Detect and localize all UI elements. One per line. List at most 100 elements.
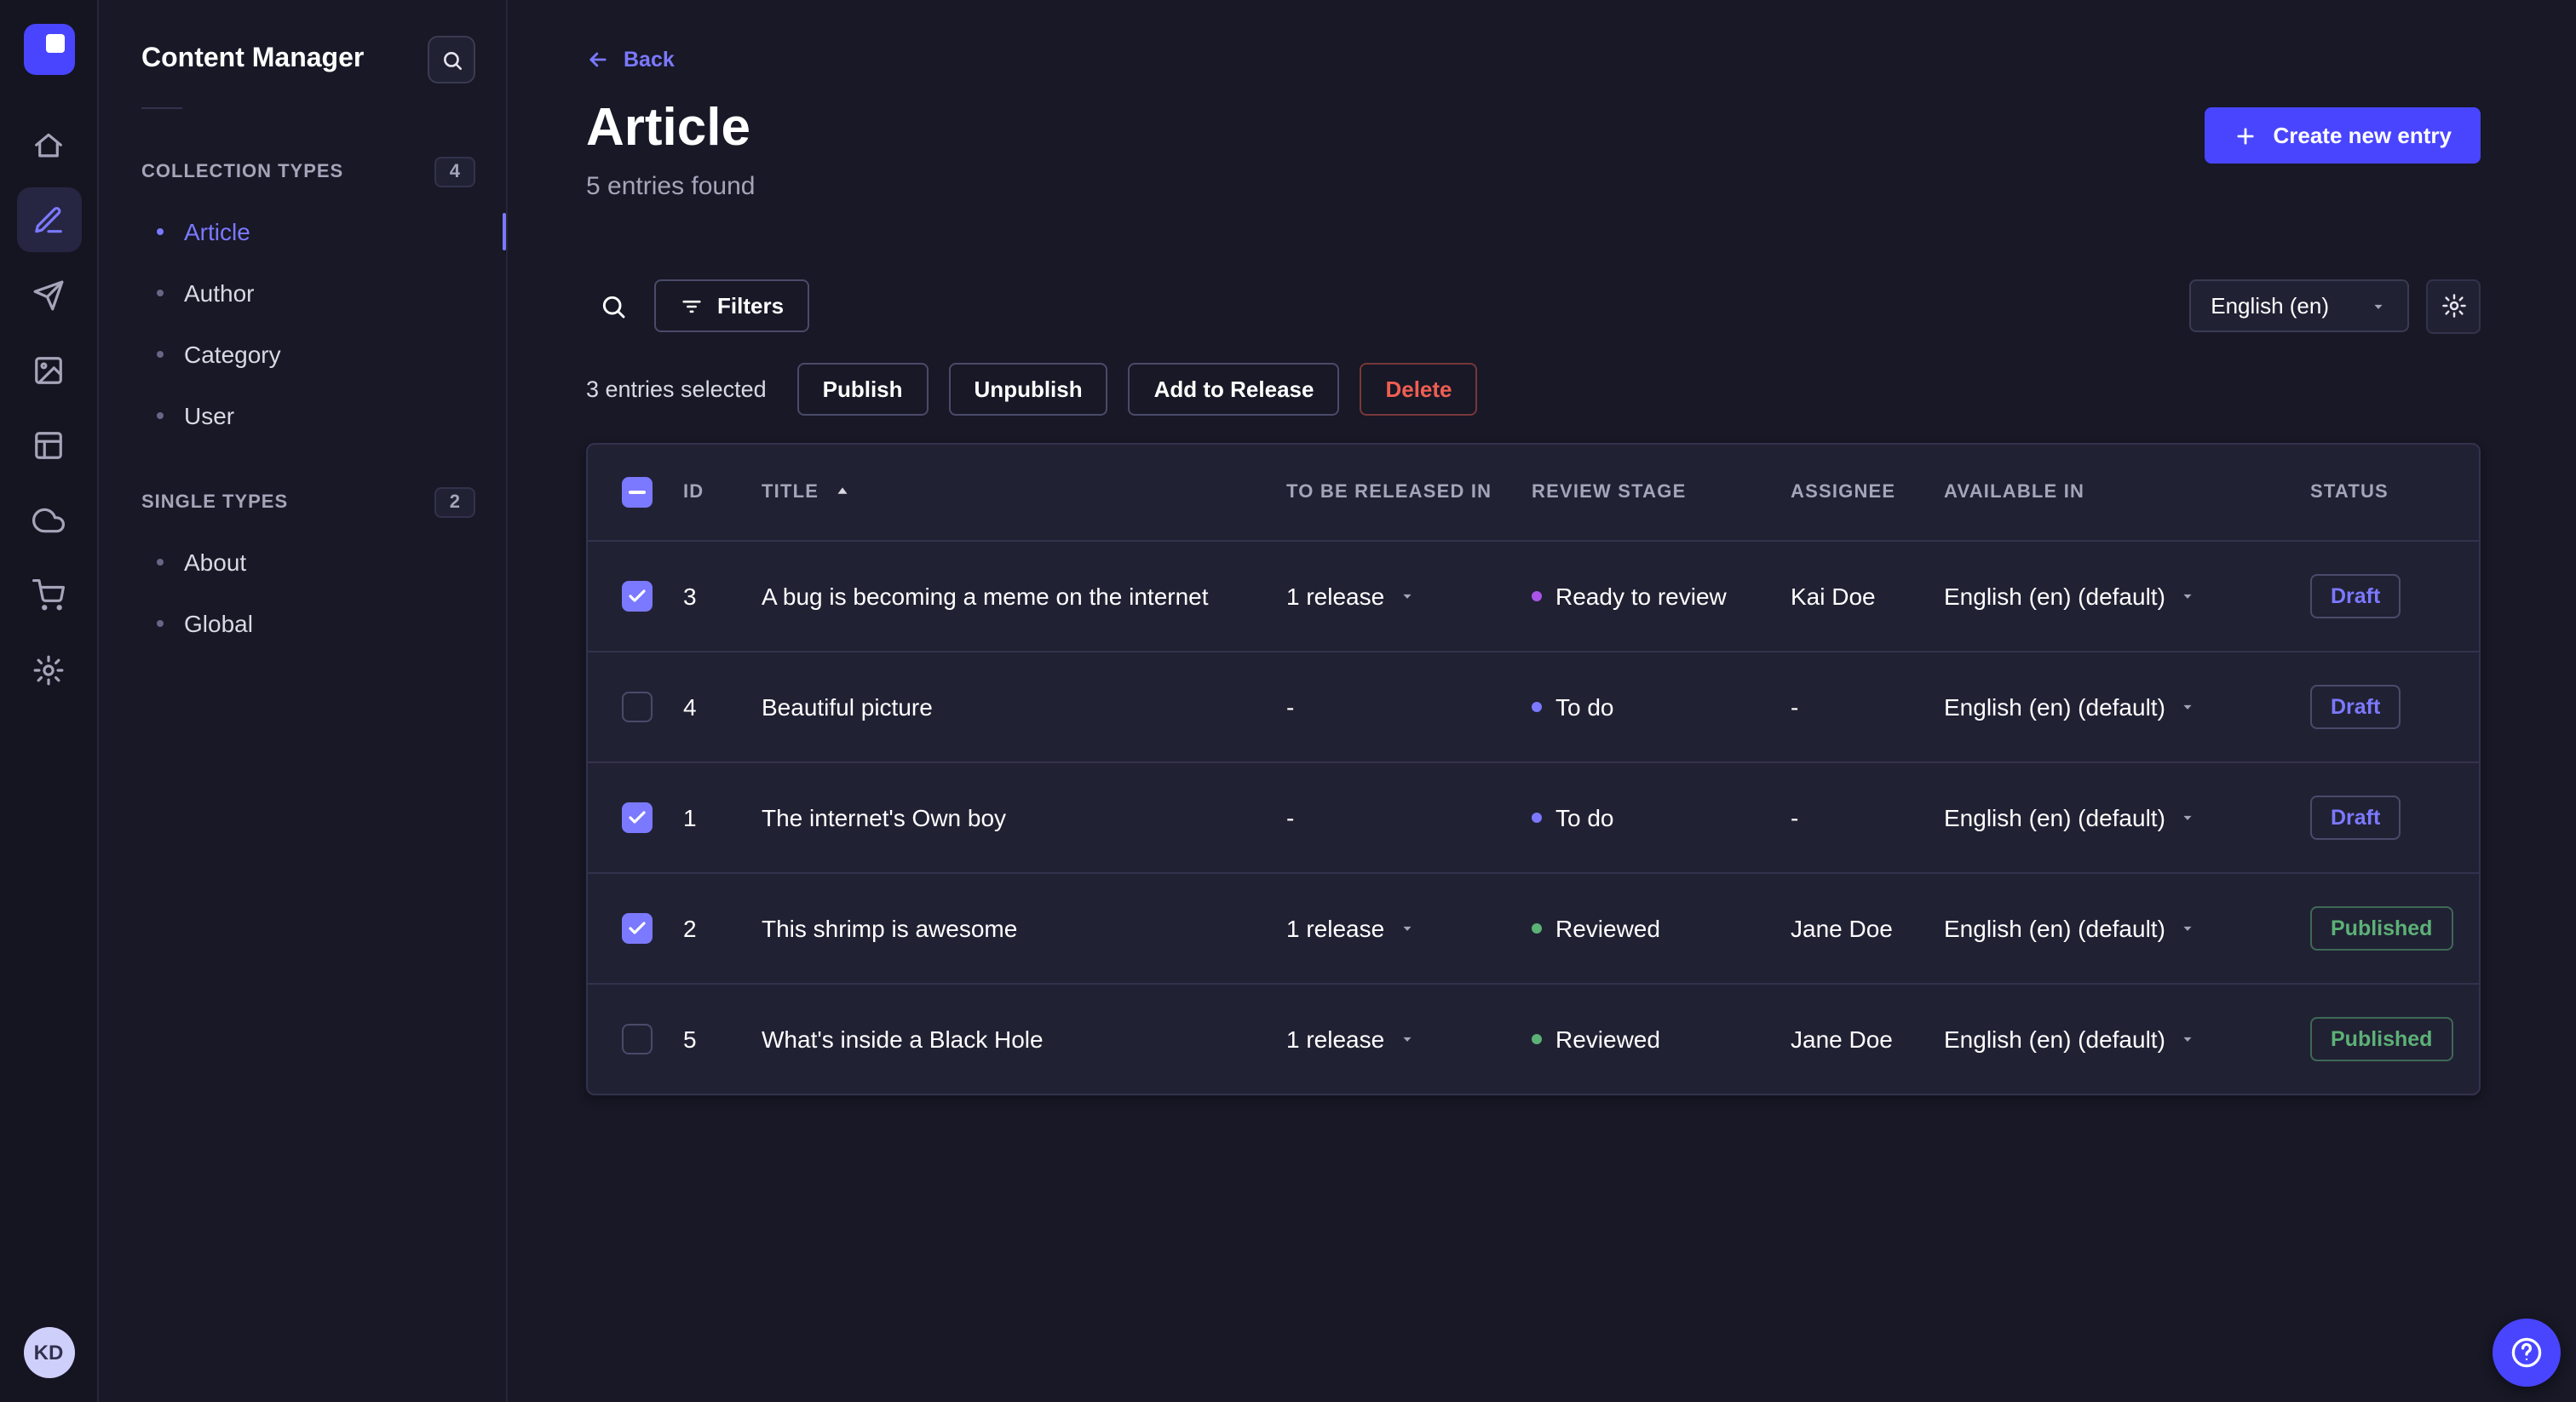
select-all-checkbox[interactable] — [622, 476, 653, 508]
selection-summary: 3 entries selected — [586, 376, 767, 402]
unpublish-button[interactable]: Unpublish — [948, 362, 1108, 416]
cell-release[interactable]: 1 release — [1286, 914, 1532, 941]
content-manager-icon[interactable] — [16, 187, 81, 252]
strapi-logo[interactable] — [23, 24, 74, 75]
app-window: KD Content Manager COLLECTION TYPES 4 Ar… — [0, 0, 2576, 1402]
row-checkbox[interactable] — [622, 1023, 653, 1054]
table-row[interactable]: 5 What's inside a Black Hole 1 release R… — [588, 982, 2479, 1093]
locale-select[interactable]: English (en) — [2188, 279, 2409, 333]
row-checkbox[interactable] — [622, 912, 653, 944]
column-header-review-stage: REVIEW STAGE — [1532, 481, 1687, 503]
sidebar-item-global[interactable]: Global — [99, 593, 506, 654]
collection-types-label: COLLECTION TYPES — [141, 162, 344, 182]
release-value: - — [1286, 692, 1295, 721]
stage-label: Reviewed — [1555, 914, 1660, 942]
status-badge: Draft — [2310, 573, 2401, 618]
column-header-id: ID — [683, 481, 704, 503]
bullet-icon — [157, 412, 164, 419]
cell-id: 4 — [683, 692, 697, 721]
sidebar-item-category[interactable]: Category — [99, 324, 506, 385]
sidebar-item-label: About — [184, 549, 247, 576]
cell-assignee: - — [1791, 803, 1799, 831]
row-checkbox[interactable] — [622, 802, 653, 833]
row-checkbox[interactable] — [622, 691, 653, 722]
cell-available-in[interactable]: English (en) (default) — [1944, 692, 2310, 720]
column-header-assignee: ASSIGNEE — [1791, 481, 1896, 503]
cell-available-in[interactable]: English (en) (default) — [1944, 803, 2310, 830]
table-header-row: ID TITLE TO BE RELEASED IN REVIEW STAGE … — [588, 444, 2479, 539]
back-link[interactable]: Back — [586, 48, 675, 72]
cell-title: Beautiful picture — [762, 692, 933, 721]
row-checkbox[interactable] — [622, 580, 653, 612]
single-types-head: SINGLE TYPES 2 — [99, 474, 506, 531]
cell-review-stage: To do — [1532, 692, 1791, 720]
table-row[interactable]: 4 Beautiful picture - To do - English (e… — [588, 650, 2479, 761]
publish-button[interactable]: Publish — [796, 362, 929, 416]
toolbar-right: English (en) — [2188, 279, 2481, 334]
entries-table: ID TITLE TO BE RELEASED IN REVIEW STAGE … — [586, 442, 2481, 1095]
cell-review-stage: To do — [1532, 803, 1791, 830]
single-types-section: SINGLE TYPES 2 About Global — [99, 474, 506, 654]
content-type-builder-icon[interactable] — [16, 412, 81, 477]
status-badge: Published — [2310, 905, 2453, 951]
chevron-down-icon — [2183, 815, 2192, 820]
release-value: - — [1286, 803, 1295, 831]
filters-button[interactable]: Filters — [654, 279, 810, 333]
settings-gear-icon[interactable] — [16, 637, 81, 702]
sidebar-item-label: User — [184, 402, 235, 429]
cell-id: 1 — [683, 803, 697, 831]
cell-assignee: Jane Doe — [1791, 1025, 1893, 1053]
sidebar-search-button[interactable] — [428, 36, 475, 83]
chevron-down-icon — [2183, 594, 2192, 599]
cell-review-stage: Ready to review — [1532, 582, 1791, 609]
search-button[interactable] — [586, 279, 641, 333]
home-icon[interactable] — [16, 112, 81, 177]
locale-label: English (en) (default) — [1944, 1025, 2165, 1053]
cell-available-in[interactable]: English (en) (default) — [1944, 914, 2310, 941]
deploy-cloud-icon[interactable] — [16, 487, 81, 552]
releases-icon[interactable] — [16, 262, 81, 327]
create-new-entry-button[interactable]: Create new entry — [2205, 107, 2481, 164]
release-value: 1 release — [1286, 914, 1385, 942]
entries-count: 5 entries found — [586, 171, 756, 201]
stage-label: Ready to review — [1555, 582, 1727, 610]
chevron-down-icon — [1402, 926, 1411, 931]
sidebar-item-author[interactable]: Author — [99, 262, 506, 324]
help-button[interactable] — [2493, 1319, 2561, 1387]
main-content: Back Article 5 entries found Create new … — [508, 0, 2576, 1402]
cell-title: What's inside a Black Hole — [762, 1025, 1044, 1053]
view-settings-button[interactable] — [2426, 279, 2481, 334]
cell-release[interactable]: 1 release — [1286, 582, 1532, 609]
sidebar-item-user[interactable]: User — [99, 385, 506, 446]
media-library-icon[interactable] — [16, 337, 81, 402]
stage-dot-icon — [1532, 1033, 1542, 1044]
mini-sidebar: KD — [0, 0, 99, 1402]
column-header-status: STATUS — [2310, 481, 2389, 503]
table-row[interactable]: 2 This shrimp is awesome 1 release Revie… — [588, 871, 2479, 982]
table-row[interactable]: 1 The internet's Own boy - To do - Engli… — [588, 761, 2479, 871]
add-to-release-button[interactable]: Add to Release — [1128, 362, 1340, 416]
filter-icon — [682, 299, 701, 313]
bullet-icon — [157, 290, 164, 296]
release-value: 1 release — [1286, 582, 1385, 610]
cell-id: 5 — [683, 1025, 697, 1053]
table-row[interactable]: 3 A bug is becoming a meme on the intern… — [588, 539, 2479, 650]
locale-value: English (en) — [2211, 293, 2329, 319]
marketplace-cart-icon[interactable] — [16, 562, 81, 627]
sidebar-item-about[interactable]: About — [99, 531, 506, 593]
cell-available-in[interactable]: English (en) (default) — [1944, 582, 2310, 609]
delete-button[interactable]: Delete — [1360, 362, 1478, 416]
sidebar-divider — [141, 107, 182, 109]
single-types-count: 2 — [434, 487, 475, 518]
stage-dot-icon — [1532, 701, 1542, 712]
sidebar-item-label: Category — [184, 341, 281, 368]
cell-available-in[interactable]: English (en) (default) — [1944, 1025, 2310, 1052]
sidebar-item-article[interactable]: Article — [99, 201, 506, 262]
user-avatar[interactable]: KD — [23, 1327, 74, 1378]
column-header-title[interactable]: TITLE — [762, 481, 1286, 502]
status-badge: Published — [2310, 1016, 2453, 1061]
cell-release[interactable]: 1 release — [1286, 1025, 1532, 1052]
check-icon — [629, 921, 646, 934]
cell-id: 3 — [683, 582, 697, 610]
arrow-left-icon — [589, 52, 607, 67]
